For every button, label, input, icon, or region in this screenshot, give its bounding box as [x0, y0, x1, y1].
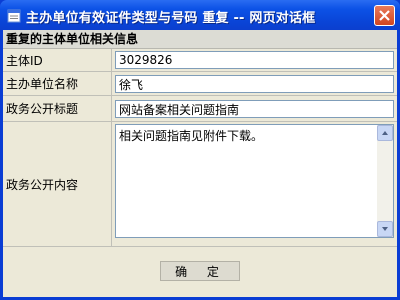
row-subject-id: 主体ID	[3, 49, 397, 72]
dialog-footer: 确 定	[3, 247, 397, 297]
sponsor-name-field[interactable]	[115, 75, 394, 93]
section-header: 重复的主体单位相关信息	[3, 30, 397, 49]
gov-content-box: 相关问题指南见附件下载。	[115, 124, 394, 238]
arrow-up-icon	[382, 131, 388, 135]
gov-content-textarea[interactable]: 相关问题指南见附件下载。	[116, 125, 376, 237]
scroll-down-button[interactable]	[377, 221, 393, 237]
close-button[interactable]	[374, 5, 395, 26]
sponsor-name-label: 主办单位名称	[3, 72, 112, 95]
dialog-window: 主办单位有效证件类型与号码 重复 -- 网页对话框 重复的主体单位相关信息 主体…	[0, 0, 400, 300]
gov-title-label: 政务公开标题	[3, 96, 112, 121]
row-sponsor-name: 主办单位名称	[3, 72, 397, 96]
gov-title-field[interactable]	[115, 100, 394, 118]
row-gov-content: 政务公开内容 相关问题指南见附件下载。	[3, 122, 397, 247]
window-title: 主办单位有效证件类型与号码 重复 -- 网页对话框	[26, 11, 316, 26]
gov-content-label: 政务公开内容	[3, 122, 112, 246]
close-icon	[379, 10, 390, 21]
row-gov-title: 政务公开标题	[3, 96, 397, 122]
title-bar[interactable]: 主办单位有效证件类型与号码 重复 -- 网页对话框	[0, 0, 400, 30]
arrow-down-icon	[382, 227, 388, 231]
subject-id-label: 主体ID	[3, 49, 112, 71]
scroll-up-button[interactable]	[377, 125, 393, 141]
vertical-scrollbar[interactable]	[377, 125, 393, 237]
ok-button[interactable]: 确 定	[160, 261, 240, 281]
dialog-body: 重复的主体单位相关信息 主体ID 主办单位名称 政务公开标题 政务公开内容 相关…	[3, 30, 397, 297]
subject-id-field[interactable]	[115, 51, 394, 69]
ie-page-icon	[7, 8, 21, 23]
